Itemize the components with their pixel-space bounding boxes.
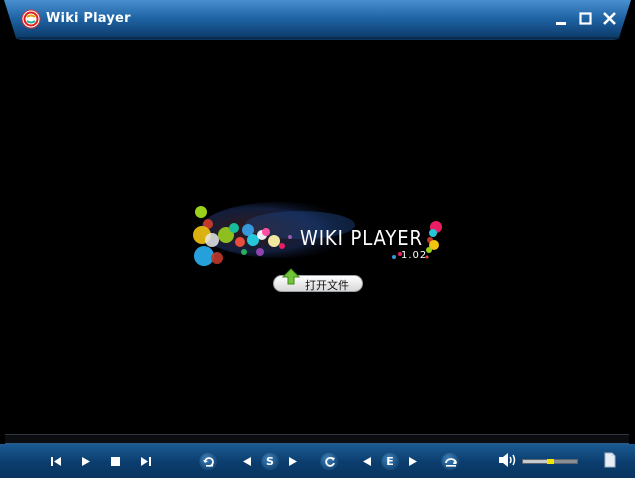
stop-button[interactable] — [109, 453, 123, 469]
open-file-label: 打开文件 — [305, 279, 349, 292]
speaker-icon — [499, 453, 516, 467]
volume-fill — [523, 460, 550, 463]
seek-bar[interactable] — [5, 434, 629, 444]
start-point-forward-button[interactable] — [287, 453, 299, 469]
repeat-icon — [325, 456, 335, 467]
minimize-icon — [556, 22, 566, 25]
arrow-left-icon — [243, 457, 251, 466]
ab-loop-button[interactable] — [441, 452, 459, 470]
play-icon — [82, 457, 90, 466]
start-point-back-button[interactable] — [241, 453, 253, 469]
arrow-right-icon — [289, 457, 297, 466]
maximize-icon — [579, 12, 592, 25]
skip-next-icon — [141, 457, 151, 466]
version-text: 1.02 — [401, 250, 428, 261]
window-title: Wiki Player — [46, 11, 131, 26]
title-bar[interactable]: Wiki Player — [0, 0, 635, 40]
document-icon — [604, 452, 616, 468]
skip-previous-icon — [51, 457, 61, 466]
set-start-button[interactable]: S — [261, 452, 279, 470]
repeat-button[interactable] — [320, 452, 338, 470]
playlist-button[interactable] — [603, 452, 617, 468]
arrow-right-icon — [409, 457, 417, 466]
maximize-button[interactable] — [577, 10, 595, 28]
set-end-label: E — [386, 455, 394, 468]
play-button[interactable] — [79, 453, 93, 469]
set-start-label: S — [266, 455, 274, 468]
set-end-button[interactable]: E — [381, 452, 399, 470]
end-point-back-button[interactable] — [361, 453, 373, 469]
rewind-icon — [203, 457, 214, 467]
rewind-button[interactable] — [199, 452, 217, 470]
volume-thumb[interactable] — [547, 459, 554, 464]
close-button[interactable] — [601, 10, 619, 28]
previous-button[interactable] — [49, 453, 63, 469]
logo-text: WIKI PLAYER — [300, 226, 423, 250]
volume-slider[interactable] — [522, 459, 578, 464]
mute-button[interactable] — [497, 451, 519, 467]
close-icon — [603, 12, 616, 25]
arrow-left-icon — [363, 457, 371, 466]
stop-icon — [111, 457, 120, 466]
app-logo-icon — [21, 9, 41, 29]
upload-arrow-icon — [281, 268, 301, 285]
player-window: Wiki Player WIKI PLAYER 1.02 打开文件 S E — [0, 0, 635, 478]
minimize-button[interactable] — [553, 10, 571, 28]
loop-icon — [445, 458, 457, 467]
end-point-forward-button[interactable] — [407, 453, 419, 469]
next-button[interactable] — [139, 453, 153, 469]
